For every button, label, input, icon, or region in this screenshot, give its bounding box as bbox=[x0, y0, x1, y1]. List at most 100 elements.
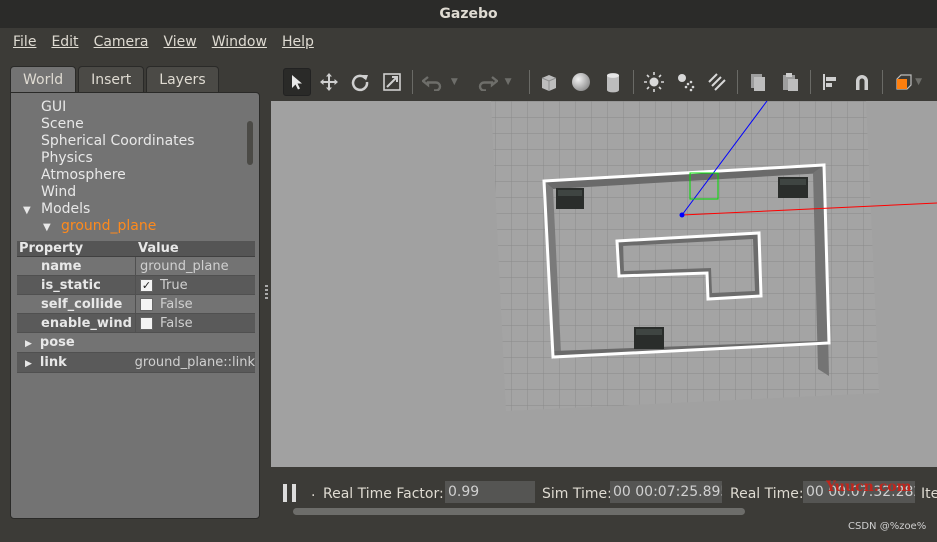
self-collide-value: False bbox=[160, 296, 193, 312]
property-value: ground_plane::link bbox=[134, 355, 255, 370]
is-static-checkbox[interactable]: ✓ bbox=[140, 278, 153, 292]
left-panel-tabs: World Insert Layers bbox=[10, 66, 221, 93]
obstacle-box-1[interactable] bbox=[556, 188, 584, 209]
iterations-label: Ite bbox=[921, 486, 937, 502]
world-tree: GUI Scene Spherical Coordinates Physics … bbox=[11, 99, 247, 235]
property-row-is-static[interactable]: is_static ✓ True bbox=[17, 276, 255, 295]
property-table: Property Value name ground_plane is_stat… bbox=[17, 241, 255, 373]
scene-panel: ▼ ▼ ▼ . Real Time Factor: 0.99 Sim Time:… bbox=[271, 64, 937, 518]
is-static-value: True bbox=[160, 277, 188, 293]
expand-arrow-icon[interactable]: ▼ bbox=[23, 202, 41, 219]
expand-arrow-icon[interactable]: ▶ bbox=[25, 359, 32, 369]
panel-splitter-handle[interactable] bbox=[265, 285, 268, 299]
select-arrow-icon[interactable] bbox=[283, 68, 311, 96]
tree-item-models[interactable]: ▼ Models bbox=[11, 201, 247, 218]
menu-view[interactable]: View bbox=[164, 34, 197, 50]
sphere-icon[interactable] bbox=[567, 68, 595, 96]
translate-icon[interactable] bbox=[315, 68, 343, 96]
menu-help[interactable]: Help bbox=[282, 34, 314, 50]
expand-arrow-icon[interactable]: ▼ bbox=[43, 219, 61, 236]
menu-bar: File Edit Camera View Window Help bbox=[0, 28, 937, 56]
property-key: enable_wind bbox=[17, 314, 136, 332]
menu-file[interactable]: File bbox=[13, 34, 36, 50]
origin-marker bbox=[679, 212, 685, 218]
enable-wind-value: False bbox=[160, 315, 193, 331]
directional-light-icon[interactable] bbox=[703, 68, 731, 96]
menu-window[interactable]: Window bbox=[212, 34, 267, 50]
property-row-name[interactable]: name ground_plane bbox=[17, 257, 255, 276]
tab-layers[interactable]: Layers bbox=[146, 66, 219, 93]
copy-icon[interactable] bbox=[744, 68, 772, 96]
tree-item-wind[interactable]: Wind bbox=[11, 184, 247, 201]
snap-magnet-icon[interactable] bbox=[849, 68, 877, 96]
world-panel: GUI Scene Spherical Coordinates Physics … bbox=[10, 92, 260, 519]
toolbar-separator bbox=[882, 70, 884, 94]
paste-icon[interactable] bbox=[776, 68, 804, 96]
tree-item-physics[interactable]: Physics bbox=[11, 150, 247, 167]
tree-scrollbar[interactable] bbox=[247, 121, 253, 165]
horizontal-scrollbar[interactable] bbox=[293, 508, 745, 515]
property-row-self-collide[interactable]: self_collide False bbox=[17, 295, 255, 314]
menu-edit[interactable]: Edit bbox=[51, 34, 78, 50]
toolbar: ▼ ▼ ▼ bbox=[271, 64, 937, 100]
cylinder-icon[interactable] bbox=[599, 68, 627, 96]
status-dot: . bbox=[311, 484, 316, 500]
undo-dropdown-icon[interactable]: ▼ bbox=[451, 77, 463, 87]
property-table-header: Property Value bbox=[17, 241, 255, 257]
property-group-link: ▶ link bbox=[25, 355, 67, 370]
tree-item-ground-plane-label: ground_plane bbox=[61, 218, 157, 234]
tree-item-scene[interactable]: Scene bbox=[11, 116, 247, 133]
toolbar-separator bbox=[528, 70, 530, 94]
toolbar-separator bbox=[412, 70, 414, 94]
watermark: Yuucn.com bbox=[826, 479, 912, 495]
redo-icon[interactable] bbox=[473, 68, 501, 96]
real-time-factor-label: Real Time Factor: bbox=[323, 486, 444, 502]
property-header: Property bbox=[19, 241, 84, 256]
obstacle-box-2[interactable] bbox=[778, 177, 808, 198]
tab-world[interactable]: World bbox=[10, 66, 77, 93]
enable-wind-checkbox[interactable] bbox=[140, 316, 153, 330]
property-key: self_collide bbox=[17, 295, 136, 313]
box-icon[interactable] bbox=[536, 68, 564, 96]
redo-dropdown-icon[interactable]: ▼ bbox=[505, 77, 517, 87]
sim-time-value: 00 00:07:25.895 bbox=[610, 481, 722, 503]
left-panel: World Insert Layers GUI Scene Spherical … bbox=[10, 64, 262, 520]
sim-time-label: Sim Time: bbox=[542, 486, 612, 502]
tree-item-ground-plane[interactable]: ▼ ground_plane bbox=[11, 218, 247, 235]
expand-arrow-icon[interactable]: ▶ bbox=[25, 339, 32, 349]
undo-icon[interactable] bbox=[419, 68, 447, 96]
align-icon[interactable] bbox=[817, 68, 845, 96]
window-title: Gazebo bbox=[439, 6, 498, 22]
property-row-link[interactable]: ▶ link ground_plane::link bbox=[17, 353, 255, 373]
tree-item-atmosphere[interactable]: Atmosphere bbox=[11, 167, 247, 184]
tab-insert[interactable]: Insert bbox=[78, 66, 145, 93]
property-row-enable-wind[interactable]: enable_wind False bbox=[17, 314, 255, 333]
scale-icon[interactable] bbox=[378, 68, 406, 96]
rotate-icon[interactable] bbox=[347, 68, 375, 96]
property-value: False bbox=[136, 295, 193, 313]
toolbar-separator bbox=[809, 70, 811, 94]
property-key: is_static bbox=[17, 276, 136, 294]
view-angle-icon[interactable] bbox=[889, 68, 917, 96]
property-value: ✓ True bbox=[136, 276, 188, 294]
menu-camera[interactable]: Camera bbox=[94, 34, 149, 50]
tree-item-models-label: Models bbox=[41, 201, 91, 217]
property-key: name bbox=[17, 257, 136, 275]
real-time-factor-value: 0.99 bbox=[445, 481, 535, 503]
obstacle-box-3[interactable] bbox=[634, 327, 664, 349]
scene-render[interactable] bbox=[271, 101, 937, 467]
value-header: Value bbox=[138, 241, 179, 256]
point-light-icon[interactable] bbox=[640, 68, 668, 96]
tree-item-spherical-coordinates[interactable]: Spherical Coordinates bbox=[11, 133, 247, 150]
real-time-label: Real Time: bbox=[730, 486, 804, 502]
3d-viewport[interactable] bbox=[271, 101, 937, 467]
tree-item-gui[interactable]: GUI bbox=[11, 99, 247, 116]
pause-icon[interactable] bbox=[283, 484, 297, 502]
toolbar-separator bbox=[737, 70, 739, 94]
self-collide-checkbox[interactable] bbox=[140, 297, 153, 311]
property-row-pose[interactable]: ▶ pose bbox=[17, 333, 255, 353]
spot-light-icon[interactable] bbox=[672, 68, 700, 96]
view-angle-dropdown-icon[interactable]: ▼ bbox=[915, 77, 927, 87]
csdn-attribution: CSDN @%zoe% bbox=[848, 521, 927, 532]
property-value[interactable]: ground_plane bbox=[136, 257, 229, 275]
